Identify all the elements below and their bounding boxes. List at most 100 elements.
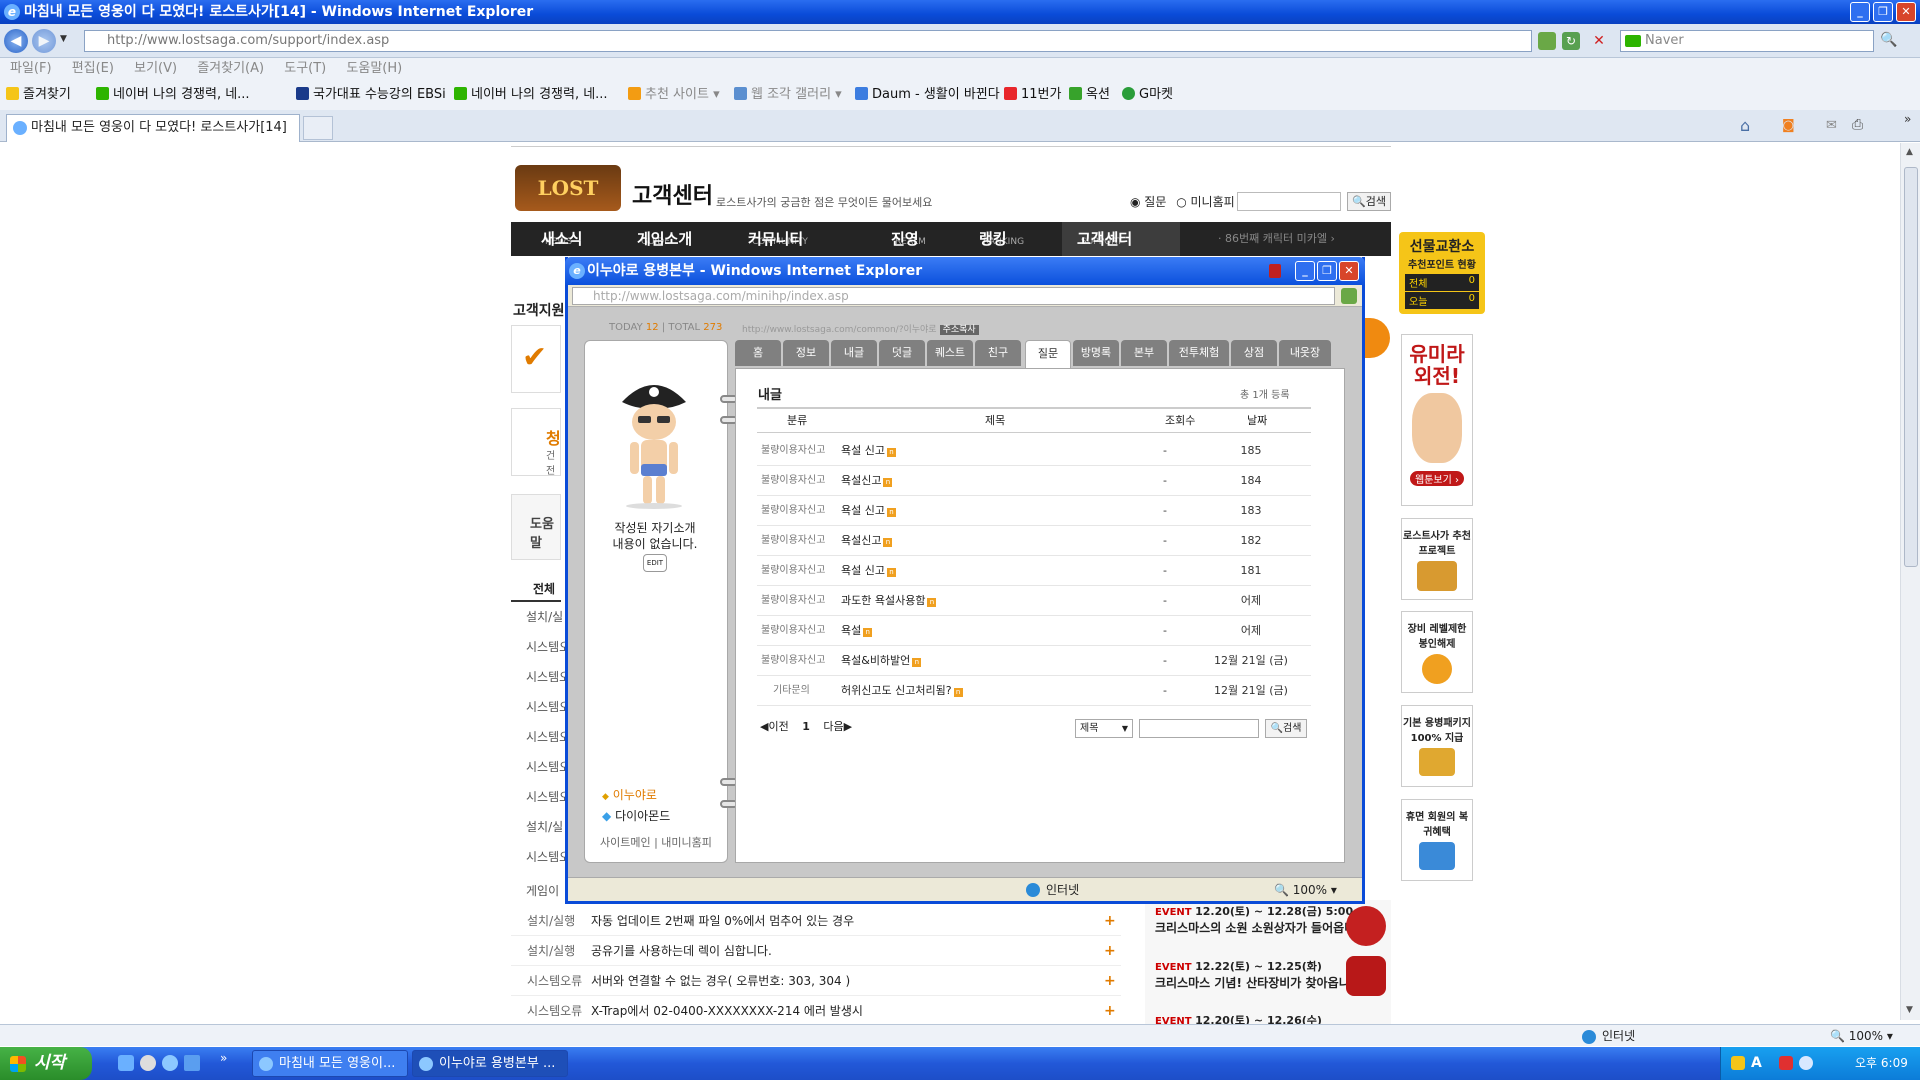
search-box[interactable]: Naver [1620,30,1874,52]
address-bar[interactable]: http://www.lostsaga.com/support/index.as… [84,30,1532,52]
maximize-button[interactable]: ❐ [1873,2,1893,22]
nav-guide[interactable]: 게임소개 GUIDE [637,222,692,259]
pager-prev[interactable]: ◀이전 [760,720,789,733]
scroll-down-icon[interactable]: ▼ [1906,1005,1913,1015]
favorites-button[interactable]: 즐겨찾기 [6,80,71,110]
level-unseal-ad[interactable]: 장비 레벨제한 봉인해제 [1401,611,1473,693]
nav-support[interactable]: 고객센터 SUPPORT [1077,222,1132,259]
scroll-up-icon[interactable]: ▲ [1906,147,1913,157]
popup-maximize-button[interactable]: ❐ [1317,261,1337,281]
site-search-button[interactable]: 🔍검색 [1347,192,1391,211]
menu-view[interactable]: 보기(V) [134,61,177,76]
tab-friends[interactable]: 친구 [975,340,1021,366]
tab-info[interactable]: 정보 [783,340,829,366]
tab-guestbook[interactable]: 방명록 [1073,340,1119,366]
fav-item-11st[interactable]: 11번가 [1004,80,1061,110]
menu-help[interactable]: 도움말(H) [346,61,402,76]
table-row[interactable]: 불량이용자신고 과도한 욕설사용함 n - 어제 [757,586,1311,616]
menu-favorites[interactable]: 즐겨찾기(A) [197,61,264,76]
popup-address-bar[interactable]: http://www.lostsaga.com/minihp/index.asp [572,287,1335,305]
tray-network-icon[interactable] [1799,1056,1813,1070]
search-field-select[interactable]: 제목 ▼ [1075,719,1133,738]
edit-intro-button[interactable]: EDIT [642,554,668,572]
rss-icon[interactable]: ◙ [1782,118,1795,133]
table-row[interactable]: 불량이용자신고 욕설 신고 n -183 [757,496,1311,526]
fav-item-gmarket[interactable]: G마켓 [1122,80,1173,110]
table-row[interactable]: 불량이용자신고 욕설신고 n -184 [757,466,1311,496]
tab-battle[interactable]: 전투체험 [1169,340,1229,366]
popup-zoom[interactable]: 🔍 100% ▾ [1274,878,1337,902]
more-tools-icon[interactable]: » [1904,112,1911,126]
quicklaunch-more-icon[interactable]: » [220,1051,227,1065]
menu-file[interactable]: 파일(F) [10,61,52,76]
fav-item-auction[interactable]: 옥션 [1069,80,1110,110]
tab-comments[interactable]: 덧글 [879,340,925,366]
table-row[interactable]: 불량이용자신고 욕설&비하발언 n -12월 21일 (금) [757,646,1311,676]
pager-current[interactable]: 1 [802,720,810,733]
stop-icon[interactable]: ✕ [1590,32,1608,50]
table-row[interactable]: 불량이용자신고 욕설 n - 어제 [757,616,1311,646]
nav-realm[interactable]: 진영 REALM [891,222,926,259]
read-mail-icon[interactable]: ✉ [1826,118,1837,133]
nav-ranking[interactable]: 랭킹 RANKING [979,222,1024,259]
mercenary-package-ad[interactable]: 기본 용병패키지 100% 지급 [1401,705,1473,787]
refresh-icon[interactable]: ↻ [1562,32,1580,50]
menu-edit[interactable]: 편집(E) [72,61,114,76]
expand-icon[interactable]: + [1104,996,1116,1026]
copy-url-button[interactable]: 주소복사 [939,325,979,335]
task-minihome[interactable]: 이누야로 용병본부 ... [412,1050,568,1077]
profile-links[interactable]: 사이트메인 | 내미니홈피 [600,834,712,850]
expand-icon[interactable]: + [1104,936,1116,966]
pager-next[interactable]: 다음▶ [823,720,852,733]
browser-zoom[interactable]: 🔍 100% ▾ [1830,1025,1893,1047]
recommend-project-ad[interactable]: 로스트사가 추천 프로젝트 [1401,518,1473,600]
tab-shop[interactable]: 상점 [1231,340,1277,366]
site-logo[interactable]: LOST SAGA [515,165,621,246]
quicklaunch-ie-icon[interactable] [162,1055,178,1071]
faq-row[interactable]: 설치/실행 자동 업데이트 2번째 파일 0%에서 멈추어 있는 경우 + [511,906,1121,936]
task-lostsaga[interactable]: 마침내 모든 영웅이... [252,1050,408,1077]
popup-search-button[interactable]: 🔍검색 [1265,719,1307,738]
expand-icon[interactable]: + [1104,966,1116,996]
quicklaunch-media-icon[interactable] [140,1055,156,1071]
tab-questions[interactable]: 질문 [1025,340,1071,368]
table-row[interactable]: 불량이용자신고 욕설신고 n -182 [757,526,1311,556]
compat-icon[interactable] [1538,32,1556,50]
tab-closet[interactable]: 내옷장 [1279,340,1331,366]
popup-compat-icon[interactable] [1341,288,1357,304]
back-button[interactable]: ◀ [4,29,28,53]
tab-hq[interactable]: 본부 [1121,340,1167,366]
dormant-return-ad[interactable]: 휴면 회원의 복귀혜택 [1401,799,1473,881]
minimize-button[interactable]: _ [1850,2,1870,22]
forward-button[interactable]: ▶ [32,29,56,53]
radio-question[interactable]: ◉ 질문 [1130,195,1166,209]
tab-lostsaga[interactable]: 마침내 모든 영웅이 다 모였다! 로스트사가[14] [6,114,300,142]
table-row[interactable]: 기타문의 허위신고도 신고처리됨? n -12월 21일 (금) [757,676,1311,706]
fav-item-suggested-sites[interactable]: 추천 사이트 ▾ [628,80,720,110]
close-button[interactable]: ✕ [1896,2,1916,22]
menu-tools[interactable]: 도구(T) [284,61,326,76]
quicklaunch-app-icon[interactable] [184,1055,200,1071]
start-button[interactable]: 시작 [0,1047,92,1080]
new-tab-button[interactable] [303,116,333,140]
faq-row[interactable]: 설치/실행 공유기를 사용하는데 렉이 심합니다. + [511,936,1121,966]
popup-close-button[interactable]: ✕ [1339,261,1359,281]
tab-quests[interactable]: 퀘스트 [927,340,973,366]
tray-app-icon[interactable] [1731,1056,1745,1070]
print-icon[interactable]: ⎙ [1852,117,1863,133]
filter-all-tab[interactable]: 전체 [511,576,561,602]
radio-minihome[interactable]: ○ 미니홈피 [1176,195,1234,209]
tray-security-icon[interactable] [1779,1056,1793,1070]
tab-home[interactable]: 홈 [735,340,781,366]
quicklaunch-desktop-icon[interactable] [118,1055,134,1071]
fav-item-ebsi[interactable]: 국가대표 수능강의 EBSi [296,80,446,110]
fav-item-naver-1[interactable]: 네이버 나의 경쟁력, 네... [96,80,250,110]
popup-minimize-button[interactable]: _ [1295,261,1315,281]
ime-icon[interactable]: A [1751,1047,1762,1080]
vertical-scrollbar[interactable]: ▲ ▼ [1900,143,1920,1020]
scroll-thumb[interactable] [1904,167,1918,567]
nav-news[interactable]: 새소식 NEWS [541,222,582,259]
search-icon[interactable]: 🔍 [1880,32,1897,48]
fav-item-web-slice[interactable]: 웹 조각 갤러리 ▾ [734,80,842,110]
nav-notice[interactable]: · 86번째 캐릭터 미카엘 › [1218,230,1335,246]
